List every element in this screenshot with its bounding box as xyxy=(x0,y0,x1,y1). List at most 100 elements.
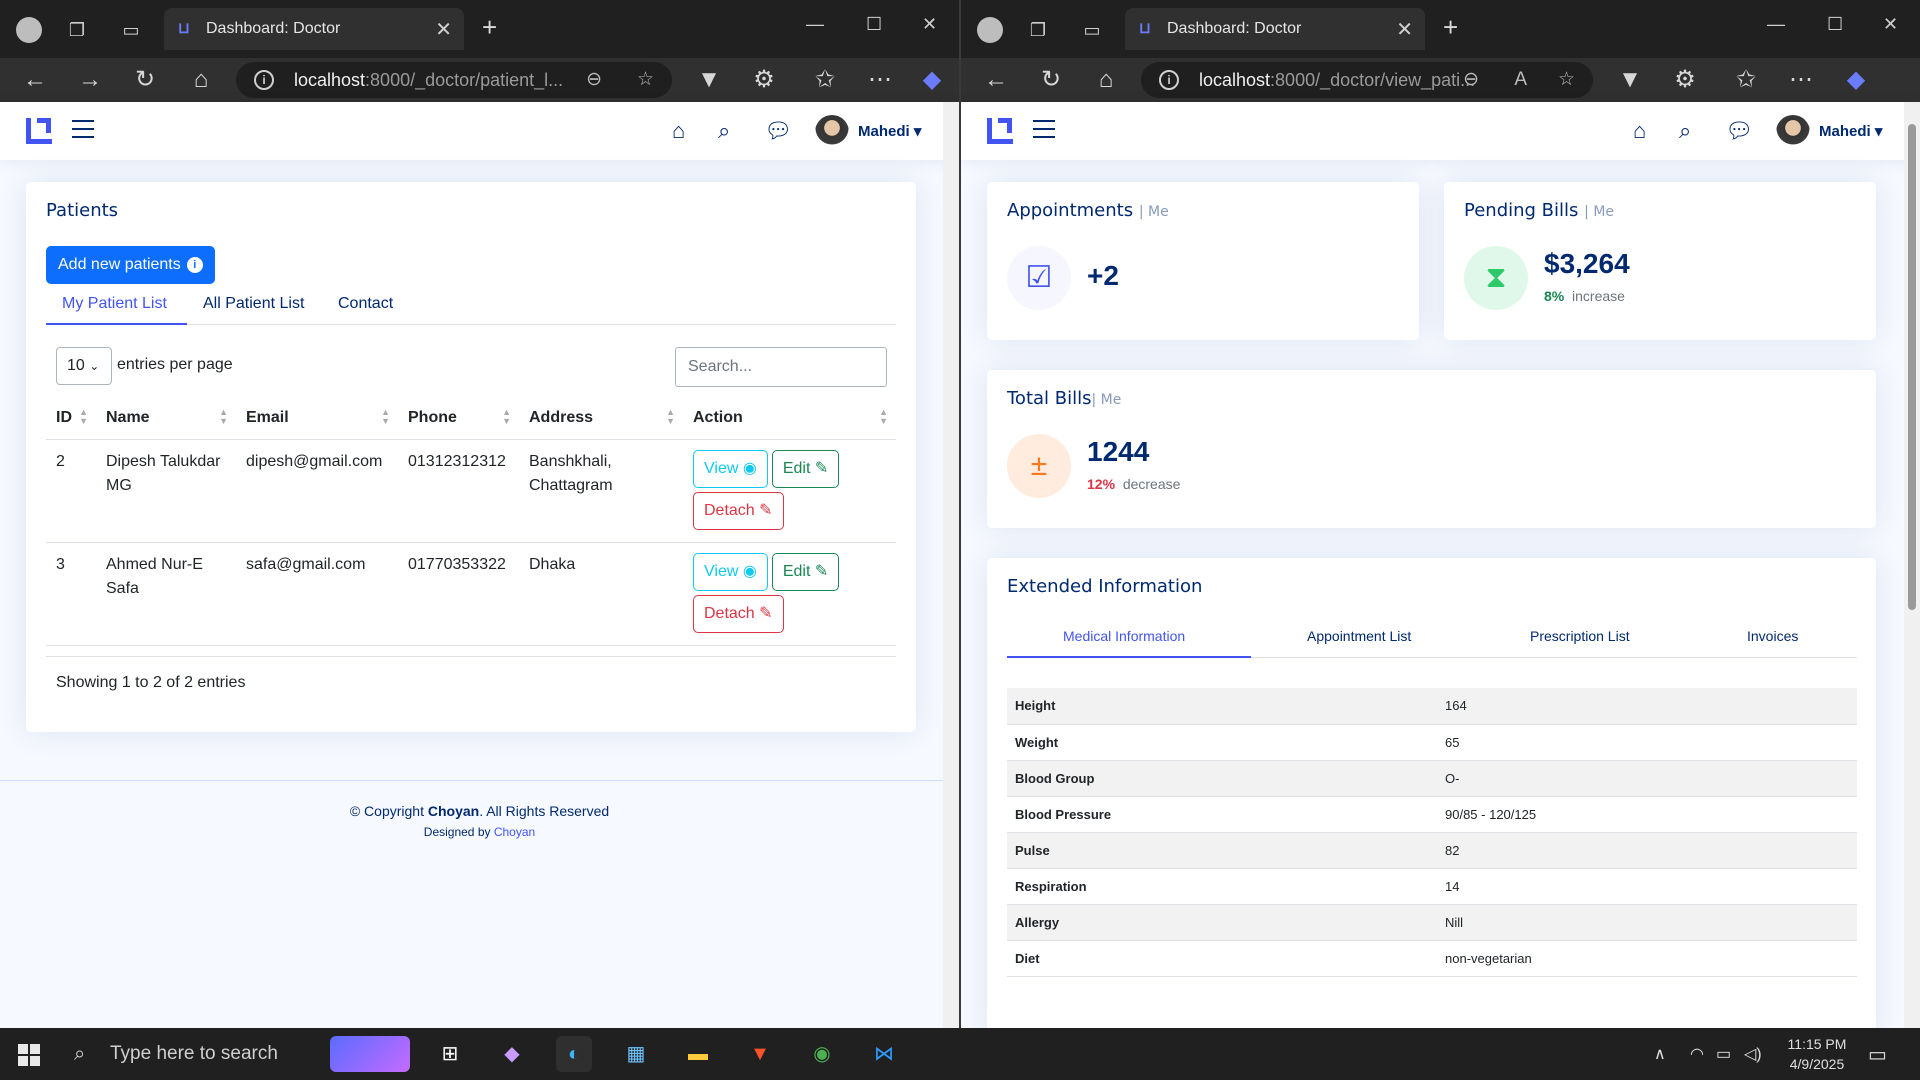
new-tab-icon[interactable]: + xyxy=(1443,12,1458,43)
brave-browser-icon[interactable]: ▼ xyxy=(742,1036,778,1072)
file-explorer-icon[interactable]: ▬ xyxy=(680,1036,716,1072)
copilot-taskbar-icon[interactable]: ◆ xyxy=(494,1036,530,1072)
designer-link[interactable]: Choyan xyxy=(494,825,535,839)
favorites-icon[interactable]: ✩ xyxy=(1731,66,1761,94)
url-field[interactable]: i localhost:8000/_doctor/patient_l... ⊖ … xyxy=(236,62,672,98)
minimize-icon[interactable]: — xyxy=(806,14,824,35)
maximize-icon[interactable]: ☐ xyxy=(1827,14,1843,35)
logo[interactable] xyxy=(26,118,52,144)
copilot-icon[interactable]: ◆ xyxy=(917,66,947,94)
menu-toggle-icon[interactable] xyxy=(72,120,94,138)
extension-v-icon[interactable]: ▼ xyxy=(1615,66,1645,94)
edge-browser-icon[interactable]: ◐ xyxy=(556,1036,592,1072)
user-menu[interactable]: Mahedi ▾ xyxy=(1819,122,1882,140)
tab-prescription-list[interactable]: Prescription List xyxy=(1530,628,1630,644)
col-email[interactable]: Email ▲ ▼ xyxy=(236,397,398,440)
copilot-icon[interactable]: ◆ xyxy=(1841,66,1871,94)
vscode-icon[interactable]: ⋈ xyxy=(866,1036,902,1072)
extension-v-icon[interactable]: ▼ xyxy=(694,66,724,94)
back-icon[interactable]: ← xyxy=(981,66,1011,94)
battery-icon[interactable]: ▭ xyxy=(1716,1044,1731,1064)
favorite-star-icon[interactable]: ☆ xyxy=(637,62,654,98)
detach-button[interactable]: Detach ✎ xyxy=(693,491,784,530)
tab-medical-information[interactable]: Medical Information xyxy=(1063,628,1185,644)
back-icon[interactable]: ← xyxy=(20,66,50,94)
col-id[interactable]: ID ▲ ▼ xyxy=(46,397,96,440)
tab-contact[interactable]: Contact xyxy=(338,295,393,313)
tab-appointment-list[interactable]: Appointment List xyxy=(1307,628,1411,644)
view-button[interactable]: View ◉ xyxy=(693,552,768,591)
url-field[interactable]: i localhost:8000/_doctor/view_pati... ⊖ … xyxy=(1141,62,1593,98)
workspaces-icon[interactable]: ❐ xyxy=(64,17,90,43)
user-menu[interactable]: Mahedi ▾ xyxy=(858,122,921,140)
home-nav-icon[interactable]: ⌂ xyxy=(1633,118,1646,144)
col-phone[interactable]: Phone ▲ ▼ xyxy=(398,397,519,440)
new-tab-icon[interactable]: + xyxy=(482,12,497,43)
notifications-icon[interactable]: ▭ xyxy=(1868,1042,1887,1067)
task-view-icon[interactable]: ⊞ xyxy=(432,1036,468,1072)
favorite-star-icon[interactable]: ☆ xyxy=(1558,62,1575,98)
refresh-icon[interactable]: ↻ xyxy=(1036,66,1066,94)
refresh-icon[interactable]: ↻ xyxy=(130,66,160,94)
messages-icon[interactable]: 💬︎ xyxy=(1725,118,1753,144)
edit-button[interactable]: Edit ✎ xyxy=(771,552,840,591)
maximize-icon[interactable]: ☐ xyxy=(866,14,882,35)
detach-button[interactable]: Detach ✎ xyxy=(693,594,784,633)
close-window-icon[interactable]: ✕ xyxy=(1883,14,1898,35)
profile-icon[interactable] xyxy=(16,17,42,43)
entries-select[interactable]: 10 ⌄ xyxy=(56,347,112,385)
forward-icon[interactable]: → xyxy=(75,66,105,94)
browser-tab[interactable]: ⊔ Dashboard: Doctor ✕ xyxy=(1125,8,1425,50)
volume-icon[interactable]: ◁) xyxy=(1744,1044,1762,1064)
close-window-icon[interactable]: ✕ xyxy=(922,14,937,35)
more-icon[interactable]: ⋯ xyxy=(865,66,895,94)
col-address[interactable]: Address ▲ ▼ xyxy=(519,397,683,440)
site-info-icon[interactable]: i xyxy=(254,70,274,90)
wifi-icon[interactable]: ◠ xyxy=(1690,1044,1704,1064)
close-tab-icon[interactable]: ✕ xyxy=(1396,17,1413,42)
clock[interactable]: 11:15 PM 4/9/2025 xyxy=(1782,1036,1852,1072)
zoom-icon[interactable]: ⊖ xyxy=(1463,62,1479,98)
more-icon[interactable]: ⋯ xyxy=(1786,66,1816,94)
edit-button[interactable]: Edit ✎ xyxy=(771,449,840,488)
store-icon[interactable]: ▦ xyxy=(618,1036,654,1072)
extensions-icon[interactable]: ⚙ xyxy=(749,66,779,94)
profile-icon[interactable] xyxy=(977,17,1003,43)
tab-actions-icon[interactable]: ▭ xyxy=(118,17,144,43)
start-button[interactable] xyxy=(18,1044,40,1066)
tab-all-patient-list[interactable]: All Patient List xyxy=(203,295,304,313)
favorites-icon[interactable]: ✩ xyxy=(810,66,840,94)
read-aloud-icon[interactable]: A xyxy=(1514,62,1527,98)
home-nav-icon[interactable]: ⌂ xyxy=(672,118,685,144)
close-tab-icon[interactable]: ✕ xyxy=(435,17,452,42)
search-nav-icon[interactable]: ⌕ xyxy=(1679,118,1691,144)
chevron-up-icon[interactable]: ∧ xyxy=(1654,1044,1666,1064)
home-icon[interactable]: ⌂ xyxy=(186,66,216,94)
search-nav-icon[interactable]: ⌕ xyxy=(718,118,730,144)
search-highlight-image[interactable] xyxy=(330,1036,410,1072)
site-info-icon[interactable]: i xyxy=(1159,70,1179,90)
scrollbar[interactable] xyxy=(1904,102,1920,1028)
tab-invoices[interactable]: Invoices xyxy=(1747,628,1798,644)
add-patient-button[interactable]: Add new patients i xyxy=(46,246,215,284)
tab-my-patient-list[interactable]: My Patient List xyxy=(62,295,167,313)
minimize-icon[interactable]: — xyxy=(1767,14,1785,35)
workspaces-icon[interactable]: ❐ xyxy=(1025,17,1051,43)
messages-icon[interactable]: 💬︎ xyxy=(764,118,792,144)
home-icon[interactable]: ⌂ xyxy=(1091,66,1121,94)
menu-toggle-icon[interactable] xyxy=(1033,120,1055,138)
col-name[interactable]: Name ▲ ▼ xyxy=(96,397,236,440)
tab-actions-icon[interactable]: ▭ xyxy=(1079,17,1105,43)
browser-tab[interactable]: ⊔ Dashboard: Doctor ✕ xyxy=(164,8,464,50)
avatar[interactable] xyxy=(1776,115,1810,149)
scrollbar[interactable] xyxy=(943,102,959,1028)
zoom-icon[interactable]: ⊖ xyxy=(586,62,602,98)
extensions-icon[interactable]: ⚙ xyxy=(1670,66,1700,94)
chrome-icon[interactable]: ◉ xyxy=(804,1036,840,1072)
view-button[interactable]: View ◉ xyxy=(693,449,768,488)
col-action[interactable]: Action ▲ ▼ xyxy=(683,397,896,440)
search-input[interactable]: Search... xyxy=(675,347,887,387)
avatar[interactable] xyxy=(815,115,849,149)
logo[interactable] xyxy=(987,118,1013,144)
scrollbar-thumb[interactable] xyxy=(1908,124,1916,610)
